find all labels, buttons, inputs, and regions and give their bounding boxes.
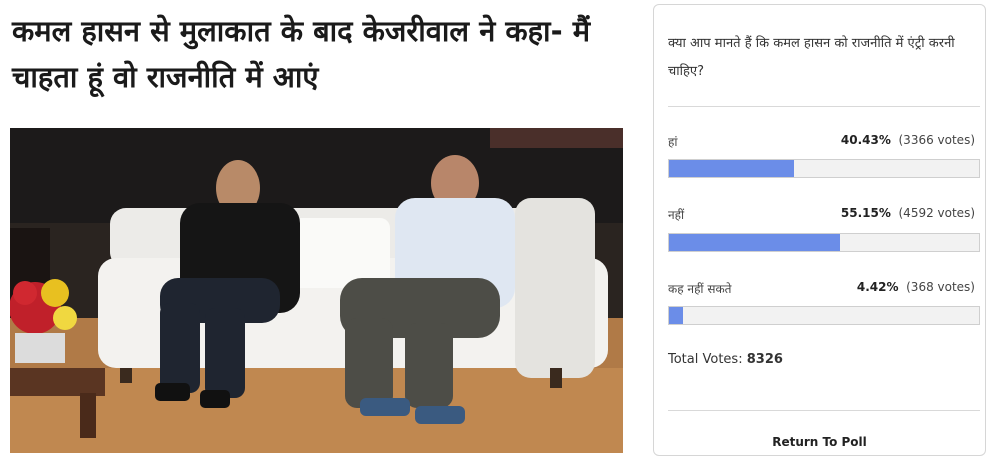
- divider: [668, 106, 980, 107]
- option-votes: (3366 votes): [898, 133, 976, 147]
- divider: [668, 410, 980, 411]
- result-bar-fill: [669, 160, 795, 177]
- result-bar-yes: [668, 159, 980, 178]
- result-bar-no: [668, 233, 980, 252]
- result-bar-cant-say: [668, 306, 980, 325]
- option-percent: 4.42%: [856, 280, 899, 294]
- option-votes: (368 votes): [906, 280, 975, 294]
- total-votes-value: 8326: [746, 352, 783, 367]
- option-label-cant-say: कह नहीं सकते: [668, 282, 732, 296]
- poll-widget: क्या आप मानते हैं कि कमल हासन को राजनीति…: [653, 4, 986, 456]
- option-percent: 55.15%: [840, 206, 891, 220]
- result-bar-fill: [669, 307, 683, 324]
- total-votes: Total Votes: 8326: [668, 352, 783, 367]
- article-photo: [10, 128, 623, 453]
- total-votes-label: Total Votes:: [668, 352, 743, 367]
- return-to-poll-link[interactable]: Return To Poll: [654, 435, 985, 449]
- option-label-no: नहीं: [668, 208, 685, 222]
- option-stat-no: 55.15% (4592 votes): [841, 206, 975, 220]
- poll-question: क्या आप मानते हैं कि कमल हासन को राजनीति…: [668, 36, 955, 79]
- option-stat-yes: 40.43% (3366 votes): [841, 133, 975, 147]
- option-votes: (4592 votes): [898, 206, 976, 220]
- article-headline: कमल हासन से मुलाकात के बाद केजरीवाल ने क…: [12, 14, 591, 94]
- option-label-yes: हां: [668, 135, 678, 149]
- option-stat-cant-say: 4.42% (368 votes): [857, 280, 975, 294]
- result-bar-fill: [669, 234, 840, 251]
- option-percent: 40.43%: [840, 133, 891, 147]
